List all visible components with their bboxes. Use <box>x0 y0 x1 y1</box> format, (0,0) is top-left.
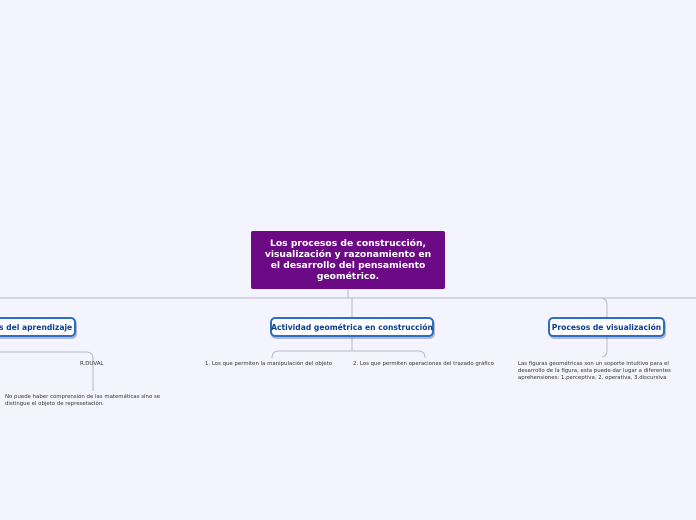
subtopic-r-duval[interactable]: R.DUVAL <box>80 361 103 368</box>
topic-actividad-geometrica-label: Actividad geométrica en construcción <box>271 322 433 332</box>
subtopic-r-duval-label: R.DUVAL <box>80 361 104 367</box>
right-children-connector <box>601 337 608 358</box>
subtopic-manipulacion-label: 1. Los que permiten la manipulación del … <box>205 361 333 367</box>
subtopic-manipulacion[interactable]: 1. Los que permiten la manipulación del … <box>205 361 332 368</box>
topic-actividad-geometrica[interactable]: Actividad geométrica en construcción <box>270 317 434 337</box>
subtopic-trazado[interactable]: 2. Los que permiten operaciones del traz… <box>353 361 494 368</box>
topic-aprendizaje-label: os del aprendizaje <box>0 322 73 332</box>
central-topic[interactable]: Los procesos de construcción, visualizac… <box>251 231 445 289</box>
right-topic-connector <box>599 297 608 317</box>
topic-procesos-visualizacion[interactable]: Procesos de visualización <box>548 317 665 337</box>
subtopic-nota-comprension-label: No puede haber comprensión de las matemá… <box>5 394 161 407</box>
topic-procesos-visualizacion-label: Procesos de visualización <box>551 322 662 332</box>
left-children-connector <box>0 351 94 391</box>
topic-aprendizaje[interactable]: os del aprendizaje <box>0 317 76 337</box>
subtopic-figuras-label: Las figuras geométricas son un soporte i… <box>518 361 671 381</box>
central-topic-title: Los procesos de construcción, visualizac… <box>264 238 432 282</box>
center-children-connector <box>271 337 426 359</box>
subtopic-nota-comprension[interactable]: No puede haber comprensión de las matemá… <box>5 394 175 408</box>
subtopic-trazado-label: 2. Los que permiten operaciones del traz… <box>353 361 494 367</box>
subtopic-figuras[interactable]: Las figuras geométricas son un soporte i… <box>518 361 683 381</box>
